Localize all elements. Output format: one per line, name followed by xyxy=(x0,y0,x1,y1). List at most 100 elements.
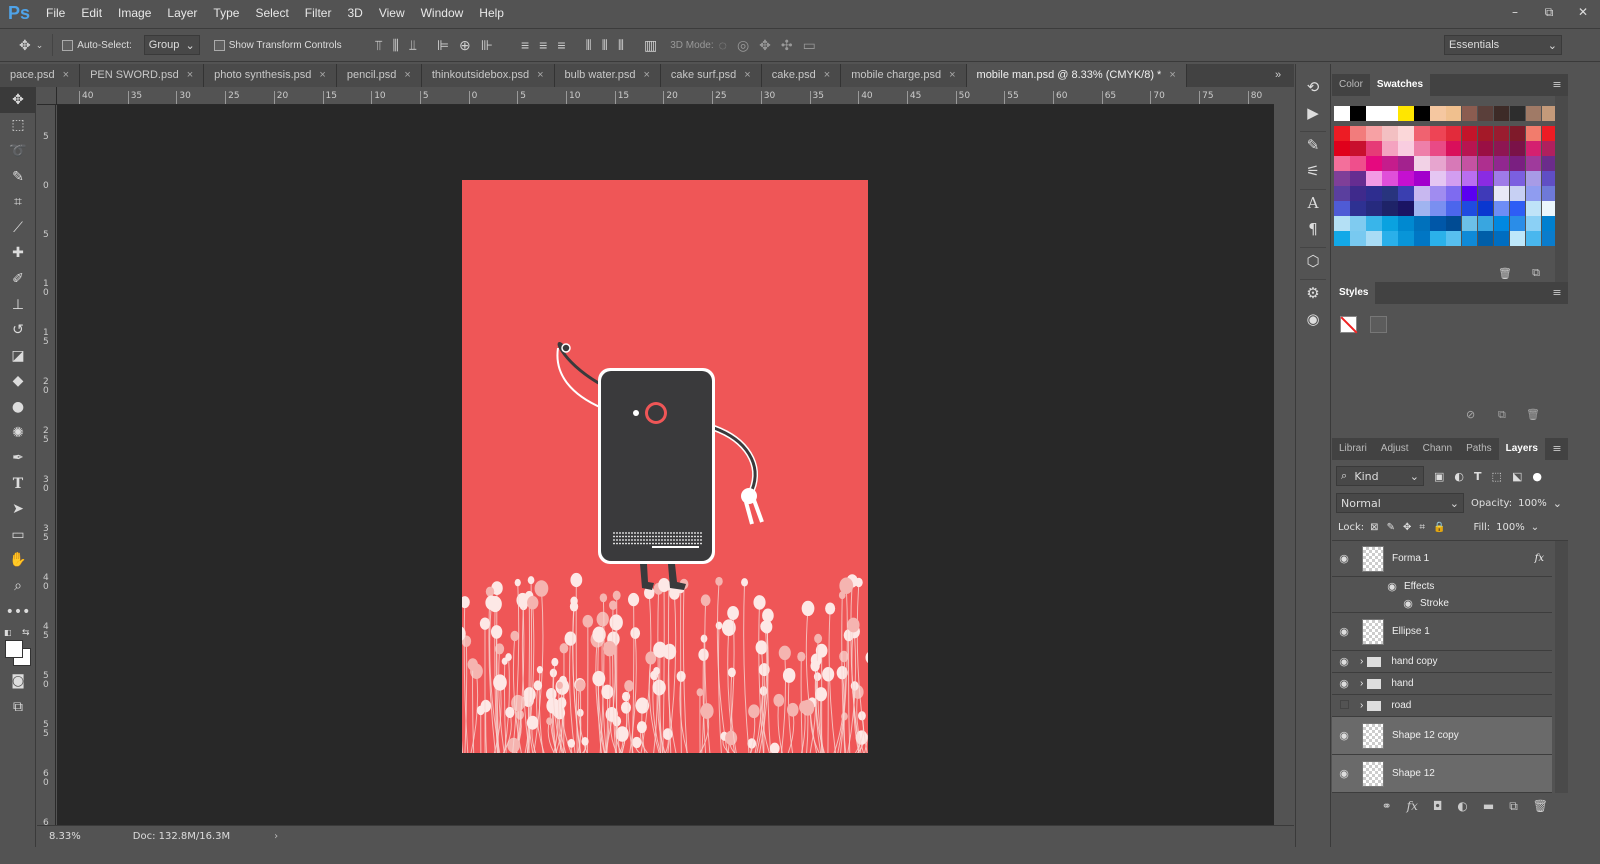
color-swatch[interactable] xyxy=(1509,216,1526,231)
menu-select[interactable]: Select xyxy=(247,0,296,26)
color-swatch[interactable] xyxy=(1334,156,1350,171)
color-swatch[interactable] xyxy=(1429,171,1446,186)
color-swatch[interactable] xyxy=(1365,171,1382,186)
eyedropper-tool-icon[interactable]: ⟋ xyxy=(0,215,36,241)
color-swatch[interactable] xyxy=(1525,126,1542,141)
color-swatch[interactable] xyxy=(1525,156,1542,171)
color-swatch[interactable] xyxy=(1461,141,1478,156)
color-swatch[interactable] xyxy=(1334,106,1350,121)
panel-menu-icon[interactable]: ≡ xyxy=(1546,438,1568,460)
restore-button[interactable]: ⧉ xyxy=(1532,0,1566,26)
new-adjustment-icon[interactable]: ◐ xyxy=(1457,799,1467,813)
visibility-eye-off-icon[interactable] xyxy=(1332,699,1356,712)
visibility-eye-icon[interactable]: ◉ xyxy=(1332,625,1356,638)
document-tab[interactable]: cake.psd × xyxy=(761,64,842,87)
opacity-value[interactable]: 100% xyxy=(1518,498,1547,509)
color-swatch[interactable] xyxy=(1381,186,1398,201)
move-tool-icon[interactable]: ✥ xyxy=(19,38,31,52)
menu-edit[interactable]: Edit xyxy=(73,0,110,26)
align-left-icon[interactable]: ⊫ xyxy=(437,38,449,52)
color-swatch[interactable] xyxy=(1334,216,1350,231)
color-swatch[interactable] xyxy=(1429,186,1446,201)
document-tab[interactable]: pace.psd × xyxy=(0,64,81,87)
color-swatch[interactable] xyxy=(1429,141,1446,156)
panel-menu-icon[interactable]: ≡ xyxy=(1546,282,1568,304)
screen-mode-icon[interactable]: ⧉ xyxy=(0,694,36,720)
timeline-icon[interactable]: ◉ xyxy=(1296,306,1330,332)
layer-group-row[interactable]: › road xyxy=(1332,695,1552,717)
color-swatch[interactable] xyxy=(1477,141,1494,156)
layer-name[interactable]: hand xyxy=(1391,678,1413,689)
style-swatch[interactable] xyxy=(1370,316,1387,333)
pen-tool-icon[interactable]: ✒ xyxy=(0,445,36,471)
color-swatch[interactable] xyxy=(1365,186,1382,201)
chevron-down-icon[interactable]: ⌄ xyxy=(1531,522,1539,533)
color-swatch[interactable] xyxy=(1413,106,1430,121)
expand-chevron-icon[interactable]: › xyxy=(1360,656,1363,667)
tab-close-icon[interactable]: × xyxy=(537,69,543,81)
color-swatch[interactable] xyxy=(1397,216,1414,231)
more-tools-icon[interactable]: ••• xyxy=(0,599,36,625)
visibility-eye-icon[interactable]: ◉ xyxy=(1380,580,1404,593)
layer-stroke-row[interactable]: ◉ Stroke xyxy=(1332,595,1552,613)
filter-toggle-icon[interactable]: ● xyxy=(1532,470,1542,483)
document-tab[interactable]: mobile charge.psd × xyxy=(841,64,967,87)
menu-3d[interactable]: 3D xyxy=(339,0,370,26)
color-swatch[interactable] xyxy=(1477,171,1494,186)
color-swatch[interactable] xyxy=(1509,186,1526,201)
menu-window[interactable]: Window xyxy=(413,0,472,26)
tab-paths[interactable]: Paths xyxy=(1459,438,1499,460)
color-swatch[interactable] xyxy=(1334,141,1350,156)
color-swatch[interactable] xyxy=(1365,126,1382,141)
visibility-eye-icon[interactable]: ◉ xyxy=(1396,597,1420,610)
tab-close-icon[interactable]: × xyxy=(404,69,410,81)
swap-colors-icon[interactable]: ⇆ xyxy=(22,628,30,638)
3d-slide-icon[interactable]: ✣ xyxy=(781,38,793,52)
lock-transparent-icon[interactable]: ⊠ xyxy=(1370,522,1378,533)
lock-all-icon[interactable]: 🔒 xyxy=(1433,522,1445,533)
default-colors-icon[interactable]: ◧ xyxy=(4,628,12,637)
distribute-hcenter-icon[interactable]: ⦀ xyxy=(602,38,608,52)
layer-name[interactable]: Ellipse 1 xyxy=(1392,626,1430,637)
color-swatch[interactable] xyxy=(1429,201,1446,216)
color-swatch[interactable] xyxy=(1413,231,1430,246)
lasso-tool-icon[interactable]: ➰ xyxy=(0,138,36,164)
color-swatch[interactable] xyxy=(1397,201,1414,216)
color-swatch[interactable] xyxy=(1334,201,1350,216)
menu-help[interactable]: Help xyxy=(471,0,512,26)
foreground-color[interactable] xyxy=(5,640,23,659)
tab-color[interactable]: Color xyxy=(1332,74,1370,96)
character-icon[interactable]: A xyxy=(1296,190,1330,216)
color-swatch[interactable] xyxy=(1397,156,1414,171)
tab-close-icon[interactable]: × xyxy=(824,69,830,81)
auto-select-dropdown[interactable]: Group ⌄ xyxy=(143,35,200,55)
tab-swatches[interactable]: Swatches xyxy=(1369,74,1431,96)
rectangle-tool-icon[interactable]: ▭ xyxy=(0,522,36,548)
3d-scale-icon[interactable]: ▭ xyxy=(803,38,816,52)
brush-tool-icon[interactable]: ✐ xyxy=(0,266,36,292)
color-swatch[interactable] xyxy=(1349,106,1366,121)
distribute-top-icon[interactable]: ≡ xyxy=(521,38,529,52)
document-tab[interactable]: cake surf.psd × xyxy=(660,64,762,87)
color-swatch[interactable] xyxy=(1493,141,1510,156)
menu-type[interactable]: Type xyxy=(205,0,247,26)
align-bottom-icon[interactable]: ⫫ xyxy=(409,38,417,52)
color-swatch[interactable] xyxy=(1349,141,1366,156)
color-swatch[interactable] xyxy=(1429,126,1446,141)
color-swatch[interactable] xyxy=(1525,141,1542,156)
visibility-eye-icon[interactable]: ◉ xyxy=(1332,655,1356,668)
close-button[interactable]: ✕ xyxy=(1566,0,1600,26)
align-top-icon[interactable]: ⫪ xyxy=(375,38,383,52)
color-swatch[interactable] xyxy=(1381,141,1398,156)
color-swatch[interactable] xyxy=(1445,126,1462,141)
expand-chevron-icon[interactable]: › xyxy=(1360,678,1363,689)
new-style-icon[interactable]: ⧉ xyxy=(1498,408,1506,422)
delete-swatch-icon[interactable]: 🗑 xyxy=(1498,267,1512,280)
layer-name[interactable]: road xyxy=(1391,700,1411,711)
color-swatch[interactable] xyxy=(1381,126,1398,141)
color-swatch[interactable] xyxy=(1477,106,1494,121)
color-swatch[interactable] xyxy=(1429,156,1446,171)
quick-mask-icon[interactable]: ◙ xyxy=(0,668,36,694)
paragraph-icon[interactable]: ¶ xyxy=(1296,216,1330,242)
tab-channels[interactable]: Chann xyxy=(1416,438,1459,460)
